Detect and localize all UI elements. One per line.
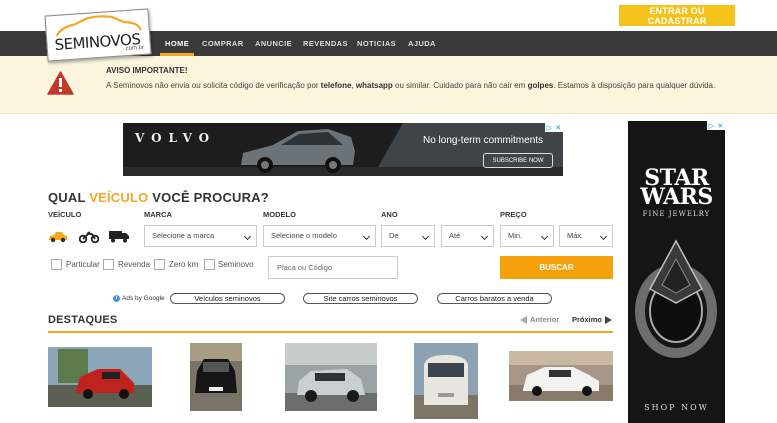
destaques-title: DESTAQUES xyxy=(48,314,118,326)
star-wars-side-ad[interactable]: ▷ ✕ STAR WARS FINE JEWELRY SHOP NOW xyxy=(628,121,725,423)
white-car-photo xyxy=(509,351,613,401)
checkbox-revenda[interactable] xyxy=(103,259,114,270)
nav-home[interactable]: HOME xyxy=(159,31,195,56)
listing-thumb[interactable] xyxy=(414,343,478,419)
logo-domain: .com.br xyxy=(123,44,145,53)
label-marca: MARCA xyxy=(144,210,172,219)
ad-brand: VOLVO xyxy=(135,131,217,145)
nav-ajuda[interactable]: AJUDA xyxy=(408,31,436,56)
chevron-down-icon xyxy=(599,232,608,241)
site-logo[interactable]: SEMINOVOS .com.br xyxy=(44,8,152,62)
chevron-down-icon xyxy=(362,232,371,241)
checkbox-label-particular: Particular xyxy=(66,260,100,269)
ad-headline: No long-term commitments xyxy=(423,135,544,146)
label-ano: ANO xyxy=(381,210,398,219)
chevron-down-icon xyxy=(480,232,489,241)
preco-max-select[interactable]: Máx. xyxy=(559,225,613,247)
checkbox-label-revenda: Revenda xyxy=(118,260,151,269)
info-icon: i xyxy=(113,295,120,302)
silver-suv-photo xyxy=(285,343,377,411)
car-icon[interactable] xyxy=(48,230,68,243)
arrow-right-icon xyxy=(605,315,613,324)
ad-choices-icon[interactable]: ▷ ✕ xyxy=(545,123,563,132)
checkbox-label-zero-km: Zero km xyxy=(169,260,199,269)
checkbox-particular[interactable] xyxy=(51,259,62,270)
ring-image xyxy=(635,239,717,358)
checkbox-zero-km[interactable] xyxy=(154,259,165,270)
warning-icon xyxy=(47,71,74,95)
important-notice: AVISO IMPORTANTE! A Seminovos não envia … xyxy=(0,56,777,114)
arrow-left-icon xyxy=(520,315,527,324)
listing-thumb[interactable] xyxy=(48,347,152,407)
black-car-photo xyxy=(190,343,242,411)
chevron-down-icon xyxy=(243,232,252,241)
red-car-photo xyxy=(48,347,152,407)
checkbox-seminovo[interactable] xyxy=(204,259,215,270)
prev-button[interactable]: Anterior xyxy=(520,315,559,324)
ads-by-google[interactable]: i Ads by Google xyxy=(113,295,165,302)
close-icon: ✕ xyxy=(717,122,724,130)
close-icon: ✕ xyxy=(555,124,562,132)
chevron-down-icon xyxy=(540,232,549,241)
modelo-select[interactable]: Selecione o modelo xyxy=(263,225,376,247)
label-modelo: MODELO xyxy=(263,210,296,219)
motorcycle-icon[interactable] xyxy=(79,230,99,243)
chevron-down-icon xyxy=(421,232,430,241)
listing-thumb[interactable] xyxy=(285,343,377,411)
volvo-banner-ad[interactable]: VOLVO No long-term commitments SUBSCRIBE… xyxy=(123,123,563,176)
ad-info-icon: ▷ xyxy=(546,124,553,132)
star-wars-logo: STAR WARS xyxy=(640,165,713,210)
placa-input[interactable]: Placa ou Código xyxy=(268,256,398,279)
preco-min-select[interactable]: Min. xyxy=(500,225,554,247)
ano-de-select[interactable]: De xyxy=(381,225,435,247)
listing-thumb[interactable] xyxy=(190,343,242,411)
truck-icon[interactable] xyxy=(108,230,130,243)
nav-noticias[interactable]: NOTICIAS xyxy=(357,31,396,56)
notice-title: AVISO IMPORTANTE! xyxy=(106,66,188,75)
ad-choices-icon[interactable]: ▷ ✕ xyxy=(707,121,725,130)
checkbox-label-seminovo: Seminovo xyxy=(218,260,254,269)
destaques-divider xyxy=(48,331,613,333)
ad-info-icon: ▷ xyxy=(708,122,715,130)
shop-now-link[interactable]: SHOP NOW xyxy=(628,403,725,412)
search-heading: QUAL VEÍCULO VOCÊ PROCURA? xyxy=(48,190,269,205)
label-veiculo: VEÍCULO xyxy=(48,210,82,219)
login-button[interactable]: ENTRAR OU CADASTRAR xyxy=(619,5,735,26)
notice-text: A Seminovos não envia ou solicita código… xyxy=(106,81,716,90)
next-button[interactable]: Próximo xyxy=(572,315,613,324)
nav-revendas[interactable]: REVENDAS xyxy=(303,31,348,56)
ad-link-carros-baratos[interactable]: Carros baratos a venda xyxy=(437,293,552,304)
listing-thumb[interactable] xyxy=(509,351,613,401)
nav-anuncie[interactable]: ANUNCIE xyxy=(255,31,292,56)
nav-comprar[interactable]: COMPRAR xyxy=(202,31,244,56)
ad-subscribe-button[interactable]: SUBSCRIBE NOW xyxy=(483,153,553,168)
marca-select[interactable]: Selecione a marca xyxy=(144,225,257,247)
label-preco: PREÇO xyxy=(500,210,527,219)
ad-link-veiculos[interactable]: Veículos seminovos xyxy=(170,293,285,304)
search-button[interactable]: BUSCAR xyxy=(500,256,613,279)
ad-subtitle: FINE JEWELRY xyxy=(642,210,711,218)
white-van-photo xyxy=(414,343,478,419)
ano-ate-select[interactable]: Até xyxy=(441,225,494,247)
ad-link-site-carros[interactable]: Site carros seminovos xyxy=(303,293,418,304)
